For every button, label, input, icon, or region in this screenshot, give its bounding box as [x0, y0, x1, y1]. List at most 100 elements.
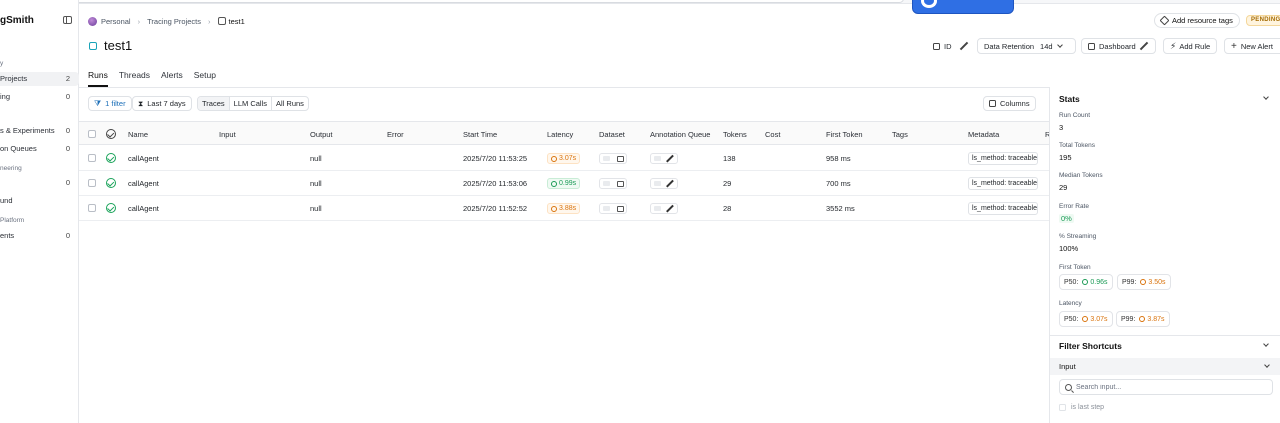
data-retention-label: Data Retention [984, 41, 1035, 51]
table-row[interactable]: callAgent null 2025/7/20 11:53:06 0.99s … [79, 171, 1050, 196]
filter-icon: ⧩ [94, 98, 102, 108]
search-input[interactable] [1076, 381, 1266, 393]
column-header-start-time[interactable]: Start Time [463, 130, 497, 139]
add-to-queue-button[interactable] [650, 153, 678, 164]
sidebar-item-6[interactable]: 0 [0, 176, 79, 190]
sidebar-group-label: neering [0, 165, 22, 172]
stat-label: Latency [1059, 300, 1082, 307]
chevron-down-icon[interactable] [1263, 341, 1269, 347]
cell-name: callAgent [128, 154, 159, 163]
edit-project-button[interactable] [959, 38, 969, 54]
row-checkbox[interactable] [88, 204, 96, 212]
search-input-box [1059, 379, 1273, 395]
sidebar-item-label: Projects [0, 74, 28, 83]
column-header-dataset[interactable]: Dataset [599, 130, 625, 139]
tab-setup[interactable]: Setup [194, 68, 216, 87]
chevron-down-icon[interactable] [1263, 94, 1269, 100]
add-to-queue-button[interactable] [650, 178, 678, 189]
add-resource-tags-button[interactable]: Add resource tags [1154, 13, 1240, 28]
filter-option[interactable]: is last step [1059, 404, 1104, 411]
stat-value: 100% [1059, 244, 1079, 253]
sidebar-item-playground[interactable]: und [0, 194, 79, 208]
stats-title: Stats [1059, 94, 1080, 104]
column-header-error[interactable]: Error [387, 130, 404, 139]
table-row[interactable]: callAgent null 2025/7/20 11:52:52 3.88s … [79, 196, 1050, 221]
sidebar-item-label: ents [0, 231, 15, 240]
cell-first-token: 700 ms [826, 179, 851, 188]
select-all-checkbox[interactable] [88, 130, 96, 138]
add-to-dataset-button[interactable] [599, 178, 627, 189]
filter-section-input[interactable]: Input [1050, 358, 1280, 375]
add-rule-button[interactable]: ⚡ Add Rule [1163, 38, 1218, 54]
overlay-badge[interactable] [912, 0, 1014, 14]
pill-value-text: 3.07s [1090, 315, 1108, 323]
tab-runs[interactable]: Runs [88, 68, 108, 87]
cell-name: callAgent [128, 179, 159, 188]
divider [1050, 335, 1280, 336]
cell-output: null [310, 179, 322, 188]
column-header-tags[interactable]: Tags [892, 130, 908, 139]
pencil-icon [666, 204, 674, 213]
sidebar-item-datasets[interactable]: s & Experiments 0 [0, 124, 79, 138]
pill-key: P50: [1064, 315, 1079, 323]
tab-threads[interactable]: Threads [119, 68, 150, 87]
pill-key: P99: [1122, 278, 1137, 286]
copy-id-button[interactable]: ID [933, 38, 952, 54]
avatar [88, 16, 97, 26]
column-header-annotation-queue[interactable]: Annotation Queue [650, 130, 710, 139]
divider [79, 87, 1050, 88]
sidebar-item-annotation-queues[interactable]: on Queues 0 [0, 142, 79, 156]
column-header-tokens[interactable]: Tokens [723, 130, 747, 139]
segment-llm-calls[interactable]: LLM Calls [230, 97, 272, 110]
global-search-bar[interactable] [38, 0, 904, 3]
row-checkbox[interactable] [88, 179, 96, 187]
filter-option-checkbox[interactable] [1059, 404, 1066, 411]
segment-traces[interactable]: Traces [198, 97, 230, 110]
tab-alerts[interactable]: Alerts [161, 68, 183, 87]
dataset-icon [617, 156, 624, 162]
toggle-placeholder [603, 206, 610, 211]
column-header-output[interactable]: Output [310, 130, 333, 139]
table-row[interactable]: callAgent null 2025/7/20 11:53:25 3.07s … [79, 146, 1050, 171]
date-range-button[interactable]: ⧗ Last 7 days [132, 96, 192, 111]
filter-shortcuts-title: Filter Shortcuts [1059, 341, 1122, 351]
metadata-chip[interactable]: ls_method: traceable [968, 152, 1038, 165]
sidebar-item-2[interactable]: ing 0 [0, 90, 79, 104]
sidebar-item-0[interactable]: y [0, 58, 79, 72]
columns-button[interactable]: Columns [983, 96, 1036, 111]
chevron-down-icon [1056, 42, 1063, 48]
pill-value-text: 3.87s [1147, 315, 1165, 323]
column-header-name[interactable]: Name [128, 130, 148, 139]
column-header-first-token[interactable]: First Token [826, 130, 863, 139]
sidebar-item-deployments[interactable]: ents 0 [0, 229, 79, 243]
column-header-latency[interactable]: Latency [547, 130, 573, 139]
add-to-dataset-button[interactable] [599, 203, 627, 214]
filter-label: 1 filter [105, 99, 126, 108]
filter-button[interactable]: ⧩ 1 filter [88, 96, 132, 111]
row-checkbox[interactable] [88, 154, 96, 162]
breadcrumb-section[interactable]: Tracing Projects [147, 17, 201, 26]
segment-all-runs[interactable]: All Runs [272, 97, 308, 110]
cell-tokens: 28 [723, 204, 732, 213]
column-header-metadata[interactable]: Metadata [968, 130, 999, 139]
sidebar-item-projects[interactable]: Projects 2 [0, 72, 79, 86]
dashboard-button[interactable]: Dashboard [1081, 38, 1156, 54]
sidebar-collapse-icon[interactable] [63, 16, 72, 24]
breadcrumb-org[interactable]: Personal [101, 17, 131, 26]
add-to-dataset-button[interactable] [599, 153, 627, 164]
data-retention-select[interactable]: Data Retention 14d [977, 38, 1076, 54]
clock-icon [551, 180, 557, 187]
stat-label: Run Count [1059, 112, 1091, 119]
column-header-input[interactable]: Input [219, 130, 236, 139]
column-header-cost[interactable]: Cost [765, 130, 780, 139]
metadata-chip[interactable]: ls_method: traceable [968, 177, 1038, 190]
data-retention-value: 14d [1040, 41, 1053, 51]
new-alert-button[interactable]: + New Alert [1224, 38, 1280, 54]
add-rule-label: Add Rule [1179, 41, 1211, 51]
first-token-p99: P99: 3.50s [1117, 274, 1171, 290]
cell-start-time: 2025/7/20 11:52:52 [463, 204, 528, 213]
metadata-chip[interactable]: ls_method: traceable [968, 202, 1038, 215]
pencil-icon [666, 154, 674, 163]
add-to-queue-button[interactable] [650, 203, 678, 214]
stat-label: % Streaming [1059, 233, 1097, 240]
